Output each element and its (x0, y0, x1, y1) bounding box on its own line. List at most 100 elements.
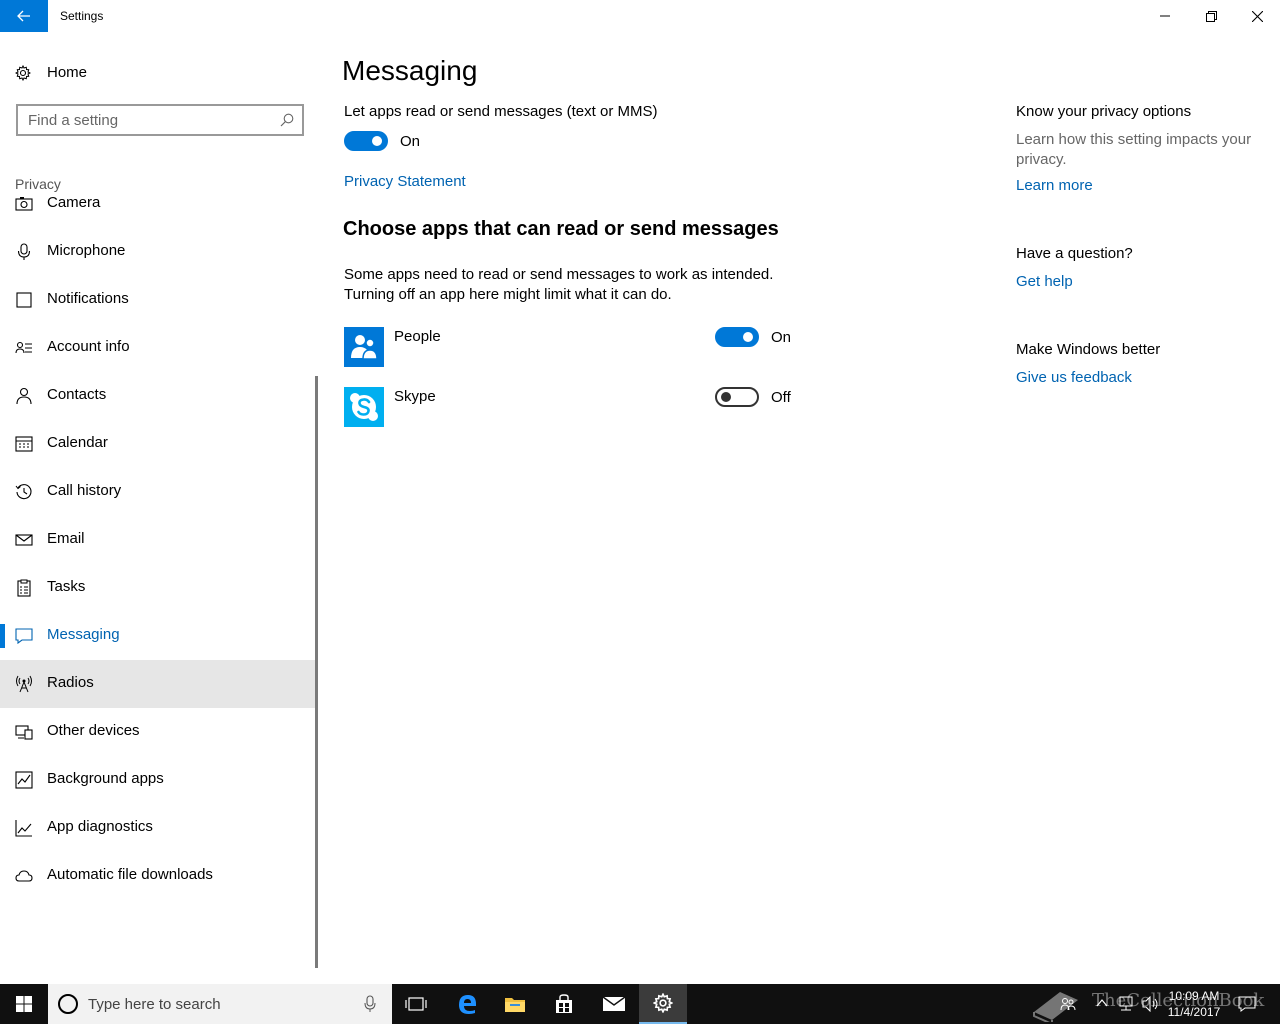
sidebar-item-label: Tasks (47, 578, 86, 595)
clock[interactable]: 10:09 AM 11/4/2017 (1166, 988, 1222, 1020)
camera-icon (15, 197, 33, 211)
skype-icon (350, 393, 378, 421)
people-app-name: People (394, 328, 441, 345)
privacy-nav-list: Camera Microphone Notifications Account … (0, 180, 316, 970)
feedback-heading: Make Windows better (1016, 341, 1161, 358)
sidebar-item-tasks[interactable]: Tasks (0, 564, 316, 612)
microphone-icon (17, 243, 31, 260)
taskbar-search-box[interactable]: Type here to search (48, 984, 392, 1024)
sidebar-item-calendar[interactable]: Calendar (0, 420, 316, 468)
calendar-icon (15, 436, 33, 452)
give-feedback-link[interactable]: Give us feedback (1016, 369, 1132, 386)
people-toggle-state: On (771, 329, 792, 346)
sidebar-item-label: Notifications (47, 290, 129, 307)
master-toggle-state: On (400, 133, 421, 150)
clock-time: 10:09 AM (1168, 989, 1220, 1003)
sidebar-item-messaging[interactable]: Messaging (0, 612, 316, 660)
toggle-knob (372, 136, 382, 146)
privacy-statement-link[interactable]: Privacy Statement (344, 173, 466, 190)
edge-button[interactable] (443, 984, 491, 1024)
radios-icon (16, 675, 32, 693)
apps-description: Some apps need to read or send messages … (344, 265, 804, 305)
page-title: Messaging (342, 55, 478, 86)
sidebar-item-radios[interactable]: Radios (0, 660, 316, 708)
sidebar-item-call-history[interactable]: Call history (0, 468, 316, 516)
chevron-up-icon[interactable] (1096, 998, 1108, 1008)
action-center-icon[interactable] (1238, 996, 1256, 1012)
apps-description-line1: Some apps need to read or send messages … (344, 266, 774, 283)
start-button[interactable] (0, 984, 48, 1024)
sidebar-item-label: Account info (47, 338, 130, 355)
title-bar: Settings (0, 0, 1280, 32)
people-taskbar-icon[interactable] (1060, 996, 1076, 1012)
search-icon[interactable] (280, 113, 294, 127)
sidebar-item-email[interactable]: Email (0, 516, 316, 564)
get-help-link[interactable]: Get help (1016, 273, 1073, 290)
privacy-options-text: Learn how this setting impacts your priv… (1016, 131, 1252, 168)
sidebar-item-label: Calendar (47, 434, 108, 451)
network-icon[interactable] (1118, 996, 1136, 1012)
skype-app-name: Skype (394, 388, 436, 405)
cloud-icon (15, 870, 33, 882)
apps-description-line2: Turning off an app here might limit what… (344, 286, 672, 303)
other-devices-icon (15, 725, 33, 740)
people-toggle[interactable] (715, 327, 759, 347)
close-button[interactable] (1234, 0, 1280, 32)
sidebar-item-other-devices[interactable]: Other devices (0, 708, 316, 756)
microphone-icon[interactable] (364, 995, 376, 1013)
mail-button[interactable] (590, 984, 638, 1024)
sidebar-item-background-apps[interactable]: Background apps (0, 756, 316, 804)
people-icon (351, 335, 378, 360)
sidebar-home[interactable]: Home (0, 56, 318, 90)
file-explorer-button[interactable] (491, 984, 539, 1024)
privacy-options-heading: Know your privacy options (1016, 103, 1192, 120)
account-info-icon (15, 341, 32, 354)
mail-icon (602, 996, 626, 1011)
sidebar-item-camera[interactable]: Camera (0, 180, 316, 228)
gear-icon (15, 65, 31, 81)
sidebar-item-app-diagnostics[interactable]: App diagnostics (0, 804, 316, 852)
search-input[interactable] (28, 111, 268, 129)
clock-date: 11/4/2017 (1167, 1005, 1221, 1019)
sidebar-item-automatic-file-downloads[interactable]: Automatic file downloads (0, 852, 316, 900)
call-history-icon (15, 484, 32, 500)
skype-toggle[interactable] (715, 387, 759, 407)
sidebar-item-account-info[interactable]: Account info (0, 324, 316, 372)
sidebar-item-label: Contacts (47, 386, 107, 403)
master-description: Let apps read or send messages (text or … (344, 103, 658, 120)
contacts-icon (16, 387, 32, 405)
restore-button[interactable] (1188, 0, 1234, 32)
settings-taskbar-button[interactable] (639, 984, 687, 1024)
toggle-knob (721, 392, 731, 402)
apps-heading: Choose apps that can read or send messag… (343, 218, 779, 240)
task-view-button[interactable] (392, 984, 440, 1024)
sidebar-item-microphone[interactable]: Microphone (0, 228, 316, 276)
search-box (16, 104, 304, 136)
sidebar-item-label: Messaging (47, 626, 120, 643)
sidebar-scrollbar[interactable] (315, 376, 318, 968)
minimize-button[interactable] (1142, 0, 1188, 32)
master-toggle[interactable] (344, 131, 388, 151)
cortana-icon (58, 994, 78, 1014)
tasks-icon (17, 579, 31, 597)
skype-app-tile (344, 387, 384, 427)
sidebar-item-label: Microphone (47, 242, 126, 259)
sidebar-item-label: Automatic file downloads (47, 866, 213, 883)
store-button[interactable] (540, 984, 588, 1024)
gear-icon (653, 993, 673, 1013)
people-app-tile (344, 327, 384, 367)
back-arrow-icon (17, 10, 30, 22)
sidebar-item-contacts[interactable]: Contacts (0, 372, 316, 420)
minimize-icon (1160, 15, 1170, 17)
sidebar-item-label: Email (47, 530, 85, 547)
learn-more-link[interactable]: Learn more (1016, 177, 1093, 194)
restore-icon (1205, 10, 1217, 22)
sidebar-item-label: Background apps (47, 770, 164, 787)
skype-toggle-state: Off (771, 389, 791, 406)
taskbar: Type here to search TheCollectionBook 10… (0, 984, 1280, 1024)
volume-icon[interactable] (1142, 996, 1160, 1012)
sidebar-item-notifications[interactable]: Notifications (0, 276, 316, 324)
windows-logo-icon (16, 996, 32, 1012)
sidebar-item-label: App diagnostics (47, 818, 153, 835)
back-button[interactable] (0, 0, 48, 32)
